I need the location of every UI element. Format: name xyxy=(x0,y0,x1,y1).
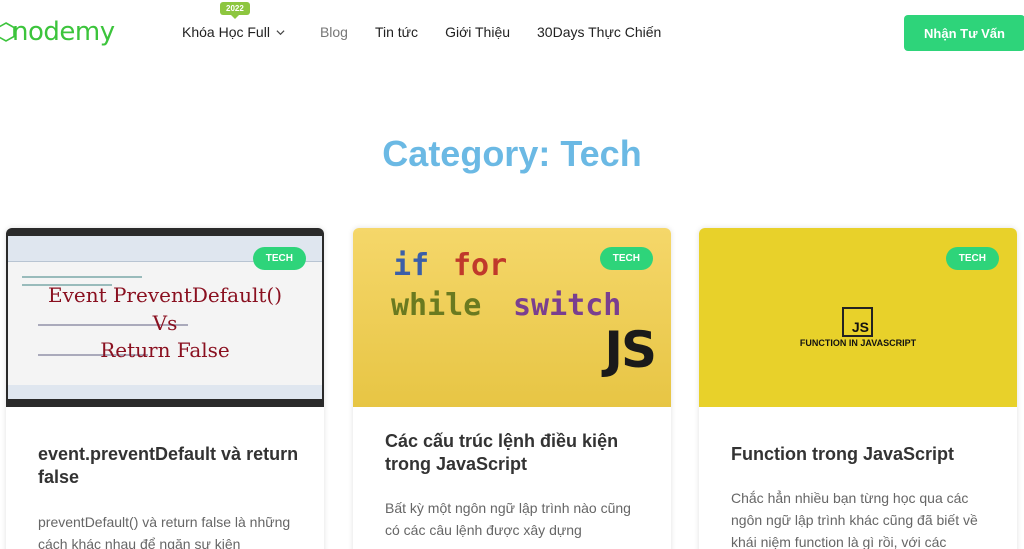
post-title[interactable]: event.preventDefault và return false xyxy=(38,443,304,489)
keyword-while: while xyxy=(391,288,482,323)
thumb-line-1: Event PreventDefault() xyxy=(47,283,283,307)
consult-button[interactable]: Nhận Tư Vấn xyxy=(904,15,1024,51)
thumb-line-3: Return False xyxy=(100,338,230,362)
post-thumbnail[interactable]: if for while switch JS TECH xyxy=(353,228,671,407)
nav-label: Tin tức xyxy=(374,24,419,40)
nav-label: Blog xyxy=(319,24,348,40)
category-tag[interactable]: TECH xyxy=(599,247,653,270)
main-nav: 2022 Khóa Học Full Blog Tin tức Giới Thi… xyxy=(182,2,688,40)
post-title[interactable]: Function trong JavaScript xyxy=(731,443,997,466)
keyword-switch: switch xyxy=(513,288,622,323)
post-excerpt: preventDefault() và return false là nhữn… xyxy=(38,514,291,549)
nav-item-30days[interactable]: 30Days Thực Chiến xyxy=(537,24,661,40)
nav-label: Khóa Học Full xyxy=(182,24,270,40)
js-logo: JS xyxy=(851,319,869,335)
post-card[interactable]: Event PreventDefault() Vs Return False T… xyxy=(6,228,324,549)
code-line xyxy=(22,276,142,278)
keyword-if: if xyxy=(393,248,430,283)
nav-item-tin-tuc[interactable]: Tin tức xyxy=(375,24,418,40)
site-logo[interactable]: nodemy xyxy=(0,18,115,46)
post-card[interactable]: JS FUNCTION IN JAVASCRIPT TECH Function … xyxy=(699,228,1017,549)
editor-statusbar xyxy=(8,385,322,399)
nav-item-khoa-hoc-full[interactable]: 2022 Khóa Học Full xyxy=(182,2,285,40)
page-title: Category: Tech xyxy=(382,133,642,174)
thumb-caption: FUNCTION IN JAVASCRIPT xyxy=(799,338,917,348)
nav-label: 30Days Thực Chiến xyxy=(537,24,662,40)
post-card[interactable]: if for while switch JS TECH Các cấu trúc… xyxy=(353,228,671,549)
js-logo-box: JS xyxy=(842,307,873,337)
post-thumbnail[interactable]: JS FUNCTION IN JAVASCRIPT TECH xyxy=(699,228,1017,407)
nav-item-gioi-thieu[interactable]: Giới Thiệu xyxy=(445,24,510,40)
post-title[interactable]: Các cấu trúc lệnh điều kiện trong JavaSc… xyxy=(385,430,651,476)
js-logo: JS xyxy=(604,321,657,379)
year-badge: 2022 xyxy=(220,2,250,19)
site-header: nodemy 2022 Khóa Học Full Blog Tin tức G… xyxy=(0,0,1024,68)
post-excerpt: Bất kỳ một ngôn ngữ lập trình nào cũng c… xyxy=(385,500,631,538)
category-tag[interactable]: TECH xyxy=(945,247,999,270)
post-excerpt: Chắc hẳn nhiều bạn từng học qua các ngôn… xyxy=(731,490,978,549)
chevron-down-icon xyxy=(276,29,285,35)
logo-hex-icon xyxy=(0,22,15,42)
post-thumbnail[interactable]: Event PreventDefault() Vs Return False T… xyxy=(6,228,324,407)
nav-label: Giới Thiệu xyxy=(445,24,511,40)
logo-text: nodemy xyxy=(12,17,115,47)
keyword-for: for xyxy=(453,248,508,283)
thumb-line-2: Vs xyxy=(152,311,178,335)
category-tag[interactable]: TECH xyxy=(252,247,306,270)
nav-item-blog[interactable]: Blog xyxy=(320,24,348,40)
